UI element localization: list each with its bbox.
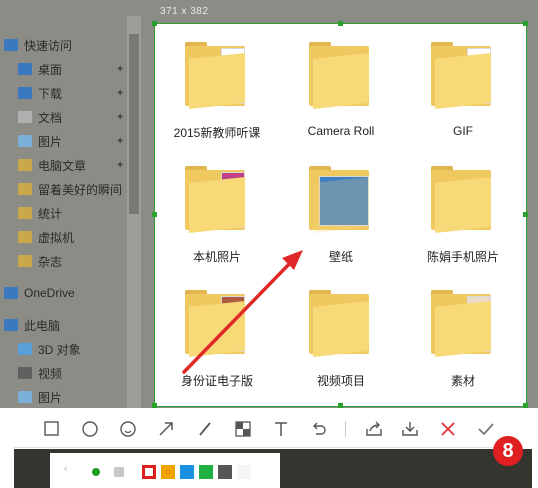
sidebar-item-label: 留着美好的瞬间 (38, 182, 123, 197)
pictures-icon (18, 391, 32, 403)
toolbar-separator (345, 421, 346, 437)
color-swatch[interactable] (237, 465, 251, 479)
sidebar-item-label: 电脑文章 (38, 158, 87, 173)
sidebar-item[interactable]: 图片 ✦ (4, 130, 124, 152)
sidebar-item[interactable]: 留着美好的瞬间 (4, 178, 122, 200)
sidebar-item[interactable]: 视频 (4, 362, 62, 384)
share-icon[interactable] (364, 419, 384, 439)
color-palette: ‹ (50, 453, 280, 488)
stroke-size-dot[interactable] (92, 468, 100, 476)
folder-icon (18, 231, 32, 243)
annotation-arrow-line (182, 256, 297, 374)
pin-icon: ✦ (116, 159, 125, 171)
selection-size-label: 371 x 382 (160, 6, 209, 17)
sidebar-item-label: 虚拟机 (38, 230, 75, 245)
cloud-icon (4, 287, 18, 299)
cube-icon (18, 343, 32, 355)
color-swatch[interactable] (161, 465, 175, 479)
sidebar-scroll-thumb[interactable] (129, 34, 139, 214)
rectangle-icon[interactable] (42, 419, 62, 439)
document-icon (18, 111, 32, 123)
text-icon[interactable] (271, 419, 291, 439)
emoji-icon[interactable] (118, 419, 138, 439)
sidebar-item[interactable]: 统计 (4, 202, 62, 224)
step-badge: 8 (493, 436, 523, 466)
sidebar-item-label: 图片 (38, 390, 63, 405)
stroke-size-square[interactable] (114, 467, 124, 477)
download-icon (18, 87, 32, 99)
computer-icon (4, 319, 18, 331)
sidebar-item[interactable]: 快速访问 (4, 34, 72, 56)
ellipse-icon[interactable] (80, 419, 100, 439)
folder-icon (18, 183, 32, 195)
pin-icon: ✦ (116, 111, 125, 123)
folder-icon (18, 255, 32, 267)
pin-icon: ✦ (116, 63, 125, 75)
sidebar-item[interactable]: 虚拟机 (4, 226, 74, 248)
sidebar-item[interactable]: 桌面 ✦ (4, 58, 124, 80)
explorer-right-edge (528, 0, 538, 408)
sidebar-item[interactable]: 电脑文章 ✦ (4, 154, 124, 176)
sidebar-item-label: 快速访问 (24, 38, 73, 53)
sidebar-item[interactable]: 此电脑 (4, 314, 60, 336)
sidebar-item-label: 视频 (38, 366, 63, 381)
undo-icon[interactable] (309, 419, 329, 439)
video-icon (18, 367, 32, 379)
sidebar-item-label: 下载 (38, 86, 63, 101)
capture-region[interactable]: 2015新教师听课 Camera Roll GIF 本机照片 壁纸 陈娟手机照片 身份证电子… (152, 21, 528, 408)
sidebar-item[interactable]: 3D 对象 (4, 338, 81, 360)
color-swatch[interactable] (218, 465, 232, 479)
color-swatch[interactable] (180, 465, 194, 479)
color-swatch[interactable] (199, 465, 213, 479)
star-icon (4, 39, 18, 51)
folder-icon (18, 207, 32, 219)
sidebar-item[interactable]: 下载 ✦ (4, 82, 124, 104)
close-icon[interactable] (438, 419, 458, 439)
sidebar-item-label: 杂志 (38, 254, 63, 269)
color-swatch[interactable] (142, 465, 156, 479)
mosaic-icon[interactable] (233, 419, 253, 439)
sidebar-item-label: 此电脑 (24, 318, 61, 333)
screenshot-toolbar (14, 411, 519, 448)
sidebar-item-label: 文档 (38, 110, 63, 125)
sidebar-item[interactable]: OneDrive (4, 282, 75, 304)
folder-icon (18, 159, 32, 171)
sidebar-item[interactable]: 杂志 (4, 250, 62, 272)
sidebar-item-label: OneDrive (24, 286, 75, 300)
pin-icon: ✦ (116, 87, 125, 99)
sidebar-item[interactable]: 文档 ✦ (4, 106, 124, 128)
pen-icon[interactable] (195, 419, 215, 439)
sidebar-item[interactable]: 图片 (4, 386, 62, 408)
pictures-icon (18, 135, 32, 147)
arrow-icon[interactable] (156, 419, 176, 439)
sidebar-item-label: 统计 (38, 206, 63, 221)
sidebar-item-label: 桌面 (38, 62, 63, 77)
confirm-icon[interactable] (476, 419, 496, 439)
annotation-layer (182, 250, 303, 374)
sidebar-item-label: 3D 对象 (38, 342, 81, 357)
desktop-icon (18, 63, 32, 75)
pin-icon: ✦ (116, 135, 125, 147)
palette-back-arrow-icon[interactable]: ‹ (64, 463, 68, 475)
save-icon[interactable] (400, 419, 420, 439)
sidebar-item-label: 图片 (38, 134, 63, 149)
